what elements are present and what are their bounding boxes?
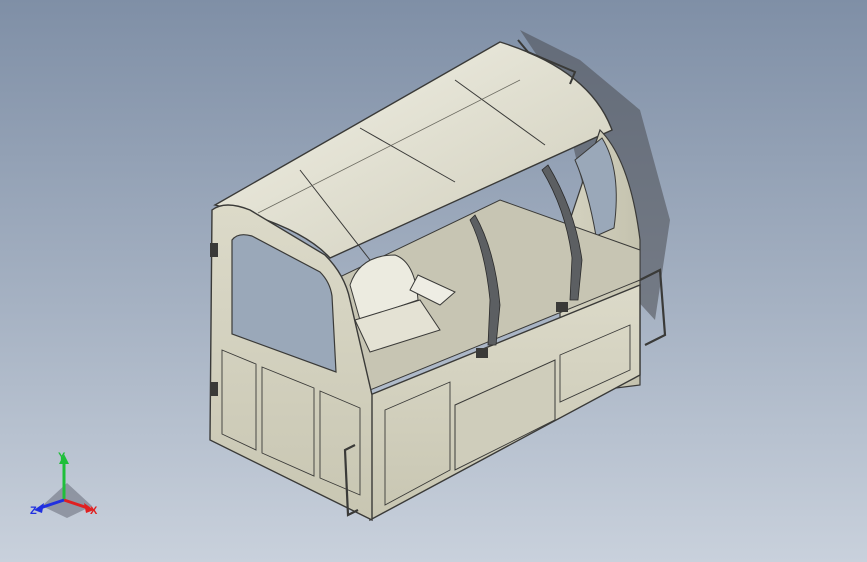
cab-model[interactable] [0, 0, 867, 562]
latch-left [476, 348, 488, 358]
triad-y-label: Y [58, 451, 66, 463]
door-hinge-top [210, 243, 218, 257]
triad-z-label: Z [30, 505, 37, 517]
latch-right [556, 302, 568, 312]
triad-x-label: X [90, 505, 98, 517]
3d-viewport[interactable]: Y X Z [0, 0, 867, 562]
door-hinge-bottom [210, 382, 218, 396]
